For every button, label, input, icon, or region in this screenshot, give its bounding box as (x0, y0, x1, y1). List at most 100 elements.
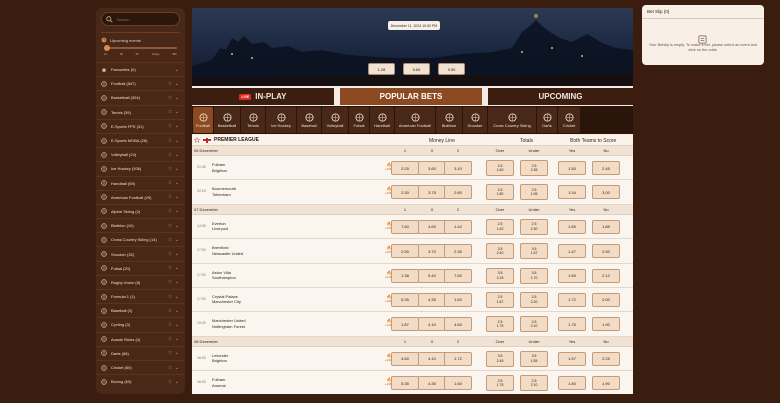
sidebar-item[interactable]: Ice Hockey (206) ☆ ⌄ (96, 161, 185, 175)
match-teams[interactable]: Everton Liverpool (212, 221, 228, 232)
sidebar-item[interactable]: Rugby Union (8) ☆ ⌄ (96, 274, 185, 289)
chevron-down-icon[interactable]: ⌄ (174, 194, 180, 200)
favourite-star-icon[interactable]: ☆ (167, 251, 173, 257)
sidebar-item[interactable]: Cross Country Skiing (14) ☆ ⌄ (96, 232, 185, 246)
chevron-down-icon[interactable]: ⌄ (174, 67, 180, 73)
match-teams[interactable]: Fulham Arsenal (212, 377, 226, 388)
sport-tab-darts[interactable]: Darts (537, 107, 557, 133)
odd-button-over[interactable]: 2.5 1.62 (486, 218, 514, 235)
sidebar-item[interactable]: Formula 1 (1) ☆ ⌄ (96, 289, 185, 303)
sidebar-item[interactable]: Darts (68) ☆ ⌄ (96, 345, 185, 360)
chevron-down-icon[interactable]: ⌄ (174, 350, 180, 356)
chevron-down-icon[interactable]: ⌄ (174, 208, 180, 214)
odd-button-draw[interactable]: 5.40 (418, 268, 446, 283)
sport-tab-ice-hockey[interactable]: Ice Hockey (266, 107, 296, 133)
odd-button-btts-no[interactable]: 1.90 (592, 317, 620, 332)
odd-button-over[interactable]: 3.5 2.15 (486, 267, 514, 284)
odd-button-under[interactable]: 2.5 2.10 (520, 316, 548, 333)
favourite-star-icon[interactable]: ☆ (167, 194, 173, 200)
odd-button-under[interactable]: 2.5 1.95 (520, 184, 548, 201)
match-teams[interactable]: Fulham Brighton (212, 162, 227, 173)
match-row[interactable]: 21:30 Fulham Brighton 🔥 +1067 2.25 3.60 3.10 2.5… (192, 156, 633, 181)
market-totals[interactable]: Totals (520, 138, 533, 144)
odd-button-draw[interactable]: 4.60 (418, 219, 446, 234)
odd-button-btts-yes[interactable]: 1.65 (558, 268, 586, 283)
sport-tab-futsal[interactable]: Futsal (349, 107, 369, 133)
match-row[interactable]: 17:00 Aston Villa Southampton 🔥 +2180 1.38 5.4… (192, 263, 633, 288)
odd-button-away[interactable]: 1.72 (444, 351, 472, 366)
odd-button-home[interactable]: 5.35 (391, 376, 419, 391)
odd-button-away[interactable]: 1.42 (444, 219, 472, 234)
tab-upcoming[interactable]: UPCOMING (488, 88, 633, 105)
odd-button-draw[interactable]: 4.35 (418, 292, 446, 307)
match-row[interactable]: 16:00 Leicester Brighton 🔥 +1395 4.60 4.10 1.72… (192, 346, 633, 372)
favourite-star-icon[interactable]: ☆ (167, 322, 173, 328)
star-icon[interactable] (194, 137, 200, 143)
odd-button-btts-yes[interactable]: 1.47 (558, 244, 586, 259)
favourite-star-icon[interactable]: ☆ (167, 180, 173, 186)
chevron-down-icon[interactable]: ⌄ (174, 123, 180, 129)
favourite-star-icon[interactable]: ☆ (167, 237, 173, 243)
odd-button-under[interactable]: 2.5 2.35 (520, 160, 548, 176)
match-teams[interactable]: Leicester Brighton (212, 353, 228, 364)
favourite-star-icon[interactable]: ☆ (167, 336, 173, 342)
odd-button-btts-yes[interactable]: 1.80 (558, 376, 586, 391)
favourite-star-icon[interactable]: ☆ (167, 294, 173, 300)
match-teams[interactable]: Crystal Palace Manchester City (212, 294, 241, 305)
chevron-down-icon[interactable]: ⌄ (174, 166, 180, 172)
sport-tab-biathlon[interactable]: Biathlon (436, 107, 462, 133)
sidebar-item[interactable]: Cricket (60) ☆ ⌄ (96, 359, 185, 374)
match-row[interactable]: 16:00 Fulham Arsenal 🔥 +1380 5.35 4.35 1.60 2.5 1… (192, 371, 633, 394)
chevron-down-icon[interactable]: ⌄ (174, 223, 180, 229)
chevron-down-icon[interactable]: ⌄ (174, 265, 180, 271)
market-btts[interactable]: Both Teams to Score (570, 138, 616, 144)
odd-button-under[interactable]: 2.5 2.30 (520, 218, 548, 235)
chevron-down-icon[interactable]: ⌄ (174, 322, 180, 328)
odd-button-home[interactable]: 1.87 (391, 317, 419, 332)
sport-tab-handball[interactable]: Handball (370, 107, 394, 133)
odd-button-btts-yes[interactable]: 1.65 (558, 219, 586, 234)
favourite-star-icon[interactable]: ☆ (167, 152, 173, 158)
sidebar-item[interactable]: Aussie Rules (4) ☆ ⌄ (96, 331, 185, 346)
sport-tab-tennis[interactable]: Tennis (241, 107, 265, 133)
search-box[interactable] (101, 12, 180, 26)
odd-button-btts-yes[interactable]: 1.72 (558, 292, 586, 307)
time-range-slider[interactable] (104, 45, 177, 51)
odd-button-under[interactable]: 3.5 1.70 (520, 267, 548, 284)
match-teams[interactable]: Brentford Newcastle United (212, 245, 243, 256)
odd-button-under[interactable]: 3.5 1.57 (520, 243, 548, 260)
chevron-down-icon[interactable]: ⌄ (174, 279, 180, 285)
favourite-star-icon[interactable]: ☆ (167, 265, 173, 271)
sidebar-item[interactable]: Football (847) ☆ ⌄ (96, 76, 185, 90)
odd-button-away[interactable]: 7.50 (444, 268, 472, 283)
match-row[interactable]: 17:00 Crystal Palace Manchester City 🔥 +1913… (192, 287, 633, 313)
sport-tab-cross-country-skiing[interactable]: Cross Country Skiing (488, 107, 536, 133)
odd-button-btts-yes[interactable]: 1.50 (558, 161, 586, 175)
favourite-star-icon[interactable]: ☆ (167, 365, 173, 371)
odd-button-away[interactable]: 1.60 (444, 292, 472, 307)
chevron-down-icon[interactable]: ⌄ (174, 308, 180, 314)
sidebar-item[interactable]: Alpine Skiing (2) ☆ ⌄ (96, 203, 185, 218)
chevron-down-icon[interactable]: ⌄ (174, 251, 180, 257)
odd-button-home[interactable]: 2.25 (391, 161, 419, 175)
chevron-down-icon[interactable]: ⌄ (174, 109, 180, 115)
chevron-down-icon[interactable]: ⌄ (174, 379, 180, 385)
favourite-star-icon[interactable]: ☆ (167, 208, 173, 214)
match-row[interactable]: 17:00 Brentford Newcastle United 🔥 +2079 2.90… (192, 239, 633, 264)
odd-button-btts-no[interactable]: 2.45 (592, 161, 620, 175)
sidebar-item[interactable]: E-Sports MOBA (26) ☆ ⌄ (96, 132, 185, 147)
odd-button-away[interactable]: 3.10 (444, 161, 472, 175)
odd-button-over[interactable]: 2.5 1.75 (486, 375, 514, 392)
sidebar-item[interactable]: Tennis (39) ☆ ⌄ (96, 104, 185, 119)
odd-button-btts-no[interactable]: 1.90 (592, 376, 620, 391)
favourite-star-icon[interactable]: ☆ (167, 379, 173, 385)
upcoming-events-header[interactable]: Upcoming events (101, 35, 180, 45)
chevron-down-icon[interactable]: ⌄ (174, 336, 180, 342)
chevron-down-icon[interactable]: ⌄ (174, 152, 180, 158)
odd-button-draw[interactable]: 3.75 (418, 185, 446, 200)
sidebar-item[interactable]: Snooker (32) ☆ ⌄ (96, 246, 185, 260)
odd-button-draw[interactable]: 3.70 (418, 244, 446, 259)
sidebar-item[interactable]: Cycling (3) ☆ ⌄ (96, 317, 185, 331)
favourite-star-icon[interactable]: ☆ (167, 223, 173, 229)
favourite-star-icon[interactable]: ☆ (167, 350, 173, 356)
